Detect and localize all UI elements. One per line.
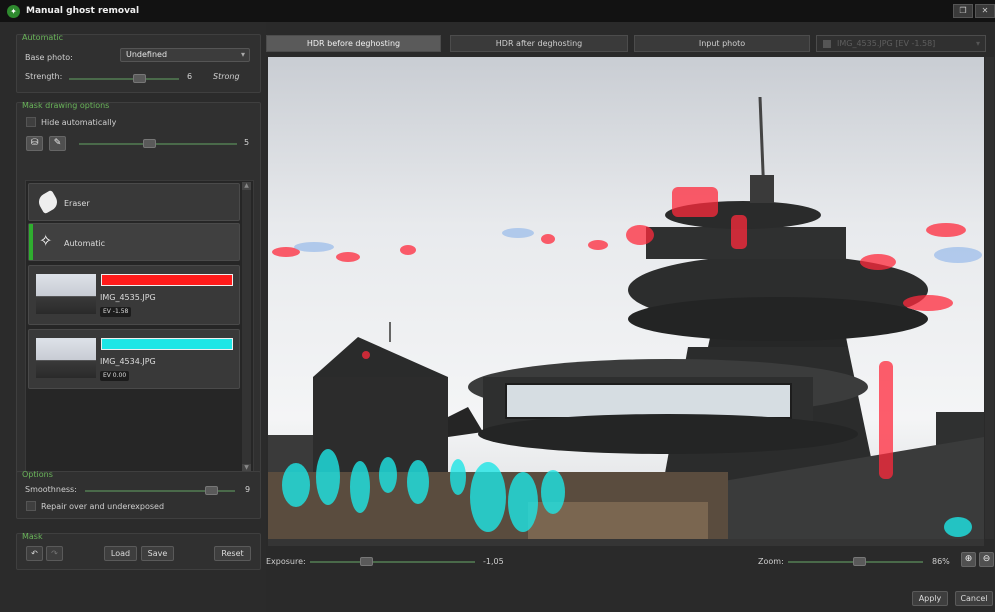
brush-size-value: 5: [244, 138, 250, 147]
tab-hdr-after[interactable]: HDR after deghosting: [450, 35, 628, 52]
smoothness-label: Smoothness:: [25, 485, 77, 494]
layer-thumbnail: [36, 274, 96, 314]
base-photo-value: Undefined: [126, 50, 168, 59]
strength-max-label: Strong: [213, 72, 240, 81]
hide-automatically-label: Hide automatically: [41, 118, 117, 127]
layer-list-scrollbar[interactable]: ▲ ▼: [242, 182, 251, 472]
photo-swatch-icon: [823, 40, 831, 48]
eraser-icon: [35, 189, 61, 215]
layer-item-img-4535[interactable]: IMG_4535.JPG EV -1.58: [28, 265, 240, 325]
layer-color-swatch[interactable]: [101, 338, 233, 350]
input-photo-select-value: IMG_4535.JPG [EV -1.58]: [837, 39, 936, 48]
chevron-down-icon: ▾: [240, 50, 245, 59]
layer-filename: IMG_4535.JPG: [100, 293, 156, 302]
brush-size-slider[interactable]: [79, 139, 237, 148]
smoothness-slider[interactable]: [85, 486, 235, 495]
strength-slider[interactable]: [69, 74, 179, 83]
base-photo-select[interactable]: Undefined ▾: [120, 48, 250, 62]
load-mask-button[interactable]: Load: [104, 546, 137, 561]
paint-bucket-button[interactable]: ⛁: [26, 136, 43, 151]
tab-hdr-before[interactable]: HDR before deghosting: [266, 35, 441, 52]
options-group: Options Smoothness: 9 Repair over and un…: [16, 470, 261, 519]
smoothness-value: 9: [245, 485, 251, 494]
left-panel: Automatic Base photo: Undefined ▾ Streng…: [0, 22, 266, 612]
smoothness-slider-thumb[interactable]: [205, 486, 218, 495]
exposure-value: -1,05: [483, 557, 504, 566]
layer-color-swatch[interactable]: [101, 274, 233, 286]
brush-button[interactable]: ✎: [49, 136, 66, 151]
window-title: Manual ghost removal: [26, 6, 140, 16]
zoom-value: 86%: [932, 557, 950, 566]
preview-horizontal-scrollbar[interactable]: [268, 539, 984, 546]
save-mask-button[interactable]: Save: [141, 546, 174, 561]
photo-preview-canvas[interactable]: [268, 57, 984, 539]
zoom-slider[interactable]: [788, 557, 923, 566]
undo-button[interactable]: ↶: [26, 546, 43, 561]
scroll-up-icon[interactable]: ▲: [242, 182, 251, 190]
tool-eraser-label: Eraser: [64, 199, 90, 208]
paint-bucket-icon: ⛁: [30, 138, 39, 148]
exposure-slider[interactable]: [310, 557, 475, 566]
repair-exposure-checkbox[interactable]: [26, 501, 36, 511]
restore-window-button[interactable]: ❐: [953, 4, 973, 18]
magic-wand-icon: ✧: [39, 231, 53, 250]
strength-value: 6: [187, 72, 193, 81]
chevron-down-icon: ▾: [975, 39, 980, 48]
app-logo-icon: ✦: [7, 4, 20, 18]
redo-icon: ↷: [51, 549, 58, 558]
zoom-label: Zoom:: [758, 557, 784, 566]
tool-automatic[interactable]: ✧ Automatic: [28, 223, 240, 261]
layer-filename: IMG_4534.JPG: [100, 357, 156, 366]
base-photo-label: Base photo:: [25, 53, 73, 62]
active-accent-bar: [29, 224, 33, 260]
zoom-slider-thumb[interactable]: [853, 557, 866, 566]
cancel-button[interactable]: Cancel: [955, 591, 993, 606]
mask-layer-list[interactable]: Eraser ✧ Automatic IMG_4535.JPG EV -1.58…: [25, 180, 254, 474]
strength-label: Strength:: [25, 72, 63, 81]
hdr-photo: [268, 57, 984, 539]
zoom-in-icon: ⊕: [964, 554, 973, 564]
zoom-out-icon: ⊖: [982, 554, 991, 564]
layer-item-img-4534[interactable]: IMG_4534.JPG EV 0.00: [28, 329, 240, 389]
tool-automatic-label: Automatic: [64, 239, 106, 248]
mask-group: Mask ↶ ↷ Load Save Reset: [16, 532, 261, 570]
hide-automatically-checkbox[interactable]: [26, 117, 36, 127]
automatic-group-title: Automatic: [22, 33, 64, 42]
apply-button[interactable]: Apply: [912, 591, 948, 606]
view-tabs: HDR before deghosting HDR after deghosti…: [266, 32, 995, 52]
automatic-group: Automatic Base photo: Undefined ▾ Streng…: [16, 33, 261, 93]
mask-drawing-group-title: Mask drawing options: [22, 101, 110, 110]
input-photo-select[interactable]: IMG_4535.JPG [EV -1.58] ▾: [816, 35, 986, 52]
undo-icon: ↶: [31, 549, 38, 558]
options-group-title: Options: [22, 470, 53, 479]
redo-button[interactable]: ↷: [46, 546, 63, 561]
exposure-label: Exposure:: [266, 557, 306, 566]
zoom-out-button[interactable]: ⊖: [979, 552, 994, 567]
layer-thumbnail: [36, 338, 96, 378]
tool-eraser[interactable]: Eraser: [28, 183, 240, 221]
brush-size-slider-thumb[interactable]: [143, 139, 156, 148]
reset-mask-button[interactable]: Reset: [214, 546, 251, 561]
title-bar: ✦ Manual ghost removal ❐ ✕: [0, 0, 995, 22]
preview-vertical-scrollbar[interactable]: [985, 57, 994, 539]
layer-ev-badge: EV 0.00: [100, 371, 130, 381]
zoom-in-button[interactable]: ⊕: [961, 552, 976, 567]
brush-icon: ✎: [53, 138, 62, 148]
layer-ev-badge: EV -1.58: [100, 307, 132, 317]
mask-group-title: Mask: [22, 532, 43, 541]
close-window-button[interactable]: ✕: [975, 4, 995, 18]
repair-exposure-label: Repair over and underexposed: [41, 502, 165, 511]
exposure-slider-thumb[interactable]: [360, 557, 373, 566]
strength-slider-thumb[interactable]: [133, 74, 146, 83]
tab-input-photo[interactable]: Input photo: [634, 35, 810, 52]
